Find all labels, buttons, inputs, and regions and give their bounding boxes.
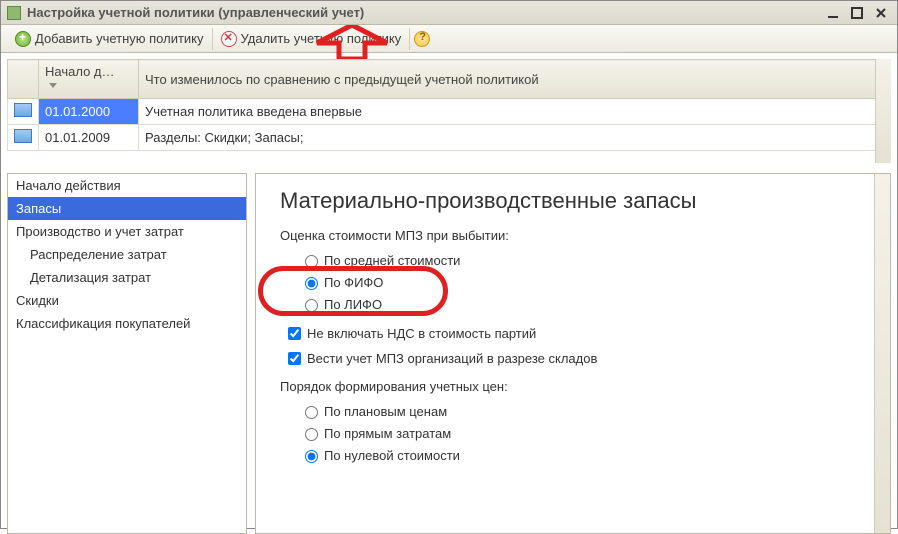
sidebar: Начало действия Запасы Производство и уч… [7, 173, 247, 534]
radio-avg-cost[interactable]: По средней стоимости [280, 249, 872, 271]
history-row[interactable]: 01.01.2000 Учетная политика введена впер… [8, 99, 891, 125]
sidebar-item-start[interactable]: Начало действия [8, 174, 246, 197]
row-icon [14, 129, 32, 143]
radio-zero-cost[interactable]: По нулевой стоимости [280, 444, 872, 466]
history-col-changes[interactable]: Что изменилось по сравнению с предыдущей… [139, 60, 891, 99]
radio-direct-cost[interactable]: По прямым затратам [280, 422, 872, 444]
checkbox-exclude-vat-input[interactable] [288, 327, 301, 340]
history-scrollbar[interactable] [875, 59, 891, 163]
close-button[interactable] [871, 5, 891, 21]
minimize-button[interactable] [823, 5, 843, 21]
content-panel: Материально-производственные запасы Оцен… [255, 173, 891, 534]
checkbox-vat-label: Не включать НДС в стоимость партий [307, 326, 536, 341]
radio-lifo-label: По ЛИФО [324, 297, 382, 312]
sidebar-item-discounts[interactable]: Скидки [8, 289, 246, 312]
history-col-date[interactable]: Начало д… [39, 60, 139, 99]
delete-policy-label: Удалить учетную политику [241, 31, 402, 46]
content-heading: Материально-производственные запасы [280, 188, 872, 214]
radio-lifo[interactable]: По ЛИФО [280, 293, 872, 315]
add-icon [15, 31, 31, 47]
history-table: Начало д… Что изменилось по сравнению с … [7, 59, 891, 151]
row-icon [14, 103, 32, 117]
radio-direct-input[interactable] [305, 428, 318, 441]
sidebar-item-inventory[interactable]: Запасы [8, 197, 246, 220]
history-row[interactable]: 01.01.2009 Разделы: Скидки; Запасы; [8, 125, 891, 151]
history-block: Начало д… Что изменилось по сравнению с … [1, 53, 897, 169]
radio-zero-input[interactable] [305, 450, 318, 463]
maximize-icon [851, 7, 863, 19]
toolbar: Добавить учетную политику Удалить учетну… [1, 25, 897, 53]
pricing-order-label: Порядок формирования учетных цен: [280, 379, 872, 394]
checkbox-exclude-vat[interactable]: Не включать НДС в стоимость партий [280, 321, 872, 346]
window-title: Настройка учетной политики (управленческ… [27, 1, 819, 25]
close-icon [875, 7, 887, 19]
content-scrollbar[interactable] [874, 174, 890, 533]
history-date: 01.01.2000 [39, 99, 139, 125]
sort-desc-icon [49, 83, 59, 93]
radio-plan-label: По плановым ценам [324, 404, 447, 419]
radio-fifo-label: По ФИФО [324, 275, 383, 290]
valuation-label: Оценка стоимости МПЗ при выбытии: [280, 228, 872, 243]
radio-avg-input[interactable] [305, 255, 318, 268]
delete-policy-button[interactable]: Удалить учетную политику [213, 28, 411, 50]
sidebar-item-cost-distribution[interactable]: Распределение затрат [8, 243, 246, 266]
maximize-button[interactable] [847, 5, 867, 21]
radio-avg-label: По средней стоимости [324, 253, 460, 268]
checkbox-by-warehouse[interactable]: Вести учет МПЗ организаций в разрезе скл… [280, 346, 872, 371]
history-changes: Разделы: Скидки; Запасы; [139, 125, 891, 151]
help-icon [414, 31, 430, 47]
radio-plan-input[interactable] [305, 406, 318, 419]
delete-icon [221, 31, 237, 47]
add-policy-button[interactable]: Добавить учетную политику [7, 28, 213, 50]
history-changes: Учетная политика введена впервые [139, 99, 891, 125]
radio-fifo-input[interactable] [305, 277, 318, 290]
add-policy-label: Добавить учетную политику [35, 31, 204, 46]
sidebar-item-cost-detail[interactable]: Детализация затрат [8, 266, 246, 289]
radio-fifo[interactable]: По ФИФО [280, 271, 872, 293]
radio-plan-price[interactable]: По плановым ценам [280, 400, 872, 422]
window-titlebar: Настройка учетной политики (управленческ… [1, 1, 897, 25]
radio-zero-label: По нулевой стоимости [324, 448, 460, 463]
history-col-icon[interactable] [8, 60, 39, 99]
radio-direct-label: По прямым затратам [324, 426, 451, 441]
sidebar-item-production[interactable]: Производство и учет затрат [8, 220, 246, 243]
radio-lifo-input[interactable] [305, 299, 318, 312]
history-date: 01.01.2009 [39, 125, 139, 151]
sidebar-item-buyer-class[interactable]: Классификация покупателей [8, 312, 246, 335]
checkbox-by-warehouse-input[interactable] [288, 352, 301, 365]
checkbox-wh-label: Вести учет МПЗ организаций в разрезе скл… [307, 351, 597, 366]
help-button[interactable] [410, 28, 438, 50]
minimize-icon [827, 7, 839, 19]
app-icon [7, 6, 21, 20]
